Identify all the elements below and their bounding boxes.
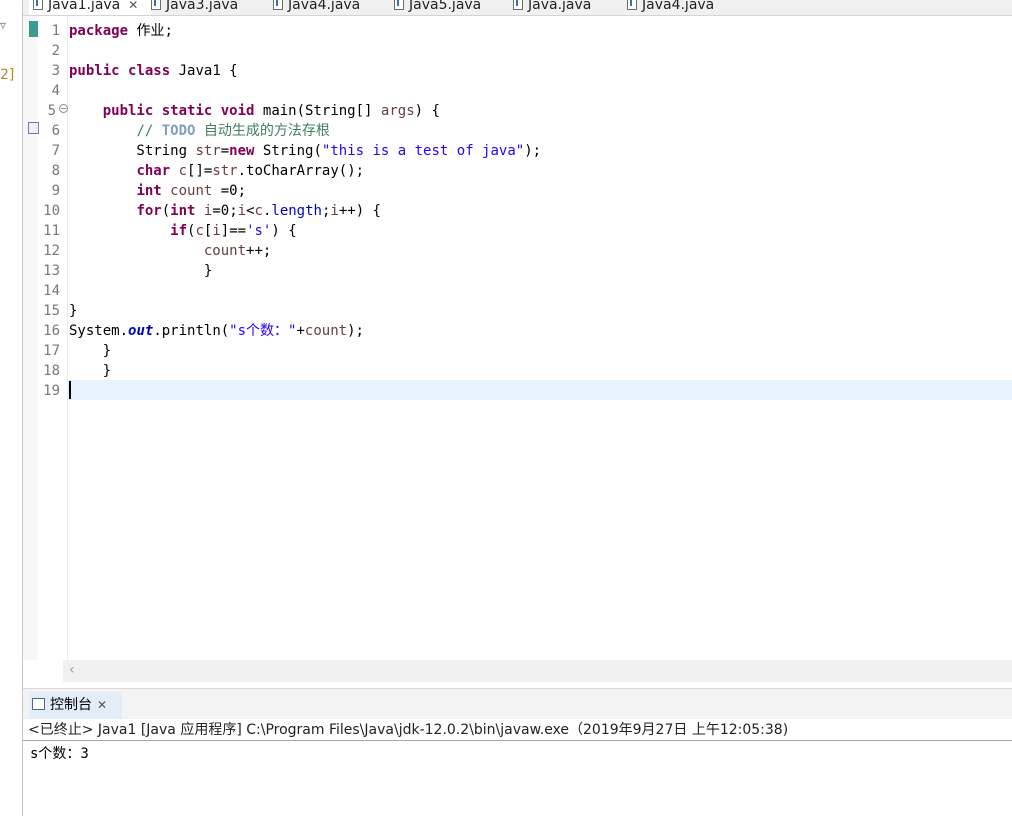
tab-label: Java.java: [528, 0, 592, 13]
tab-console[interactable]: 控制台 ✕: [29, 692, 122, 719]
code-line[interactable]: package 作业;: [69, 21, 173, 41]
collapse-arrow-icon[interactable]: ▿: [0, 18, 6, 32]
line-number: 12: [43, 243, 60, 259]
current-line-highlight: [68, 380, 1012, 400]
fold-toggle-icon[interactable]: −: [59, 104, 68, 113]
editor-tab-bar: Java1.java ✕ Java3.java Java4.java Java5.…: [23, 0, 1012, 16]
line-number: 7: [51, 143, 60, 159]
code-line[interactable]: System.out.println("s个数："+count);: [69, 321, 364, 341]
line-number: 13: [43, 263, 60, 279]
console-output-area[interactable]: s个数：3: [23, 742, 1012, 816]
line-number: 16: [43, 323, 60, 339]
tab-java[interactable]: Java.java: [513, 0, 591, 15]
tab-label: Java3.java: [166, 0, 239, 13]
console-process-info: <已终止> Java1 [Java 应用程序] C:\Program Files…: [23, 719, 1012, 741]
line-number: 10: [43, 203, 60, 219]
text-caret: [69, 381, 71, 399]
tab-java3[interactable]: Java3.java: [151, 0, 238, 15]
line-number: 4: [51, 83, 60, 99]
tab-java4[interactable]: Java4.java: [273, 0, 360, 15]
line-number: 11: [43, 223, 60, 239]
tab-label: Java1.java: [48, 0, 121, 13]
line-number: 8: [51, 163, 60, 179]
java-file-icon: [627, 0, 637, 10]
console-tab-label: 控制台: [50, 697, 92, 713]
line-number: 17: [43, 343, 60, 359]
line-number: 14: [43, 283, 60, 299]
code-line[interactable]: for(int i=0;i<c.length;i++) {: [69, 201, 381, 221]
code-line[interactable]: char c[]=str.toCharArray();: [69, 161, 364, 181]
tab-label: Java5.java: [409, 0, 482, 13]
console-tab-bar: 控制台 ✕: [23, 688, 1012, 720]
code-line[interactable]: public static void main(String[] args) {: [69, 101, 440, 121]
code-editor[interactable]: − 1 2 3 4 5 6 7 8 9 10 11 12 13 14 15 16…: [23, 16, 1012, 660]
horizontal-scrollbar[interactable]: ‹: [63, 660, 1012, 682]
tab-java4-second[interactable]: Java4.java: [627, 0, 714, 15]
tab-label: Java4.java: [642, 0, 715, 13]
code-line[interactable]: }: [69, 361, 111, 381]
code-line[interactable]: int count =0;: [69, 181, 246, 201]
java-file-icon: [513, 0, 523, 10]
code-line[interactable]: public class Java1 {: [69, 61, 238, 81]
java-file-icon: [33, 0, 43, 10]
code-line[interactable]: String str=new String("this is a test of…: [69, 141, 541, 161]
gutter-separator: [67, 16, 68, 660]
tab-java1[interactable]: Java1.java ✕: [29, 0, 151, 15]
line-number: 9: [51, 183, 60, 199]
code-line[interactable]: // TODO 自动生成的方法存根: [69, 121, 329, 141]
code-line[interactable]: }: [69, 301, 77, 321]
line-number: 1: [51, 23, 60, 39]
console-icon: [32, 698, 45, 710]
line-number: 5: [47, 103, 56, 119]
line-number: 2: [51, 43, 60, 59]
java-file-icon: [273, 0, 283, 10]
java-file-icon: [151, 0, 161, 10]
console-output-text: s个数：3: [30, 746, 89, 762]
close-icon[interactable]: ✕: [128, 0, 138, 12]
code-line[interactable]: }: [69, 341, 111, 361]
line-number: 19: [43, 383, 60, 399]
package-explorer-edge: ▿ 2]: [0, 0, 23, 816]
truncated-label: 2]: [0, 67, 15, 83]
line-number: 15: [43, 303, 60, 319]
line-number: 18: [43, 363, 60, 379]
java-file-icon: [394, 0, 404, 10]
close-icon[interactable]: ✕: [97, 698, 107, 712]
tab-label: Java4.java: [288, 0, 361, 13]
line-number: 6: [51, 123, 60, 139]
code-line[interactable]: }: [69, 261, 212, 281]
scroll-left-icon[interactable]: ‹: [69, 662, 75, 678]
overview-ruler: [23, 16, 37, 660]
code-line[interactable]: count++;: [69, 241, 271, 261]
line-number: 3: [51, 63, 60, 79]
tab-java5[interactable]: Java5.java: [394, 0, 481, 15]
code-line[interactable]: if(c[i]=='s') {: [69, 221, 297, 241]
